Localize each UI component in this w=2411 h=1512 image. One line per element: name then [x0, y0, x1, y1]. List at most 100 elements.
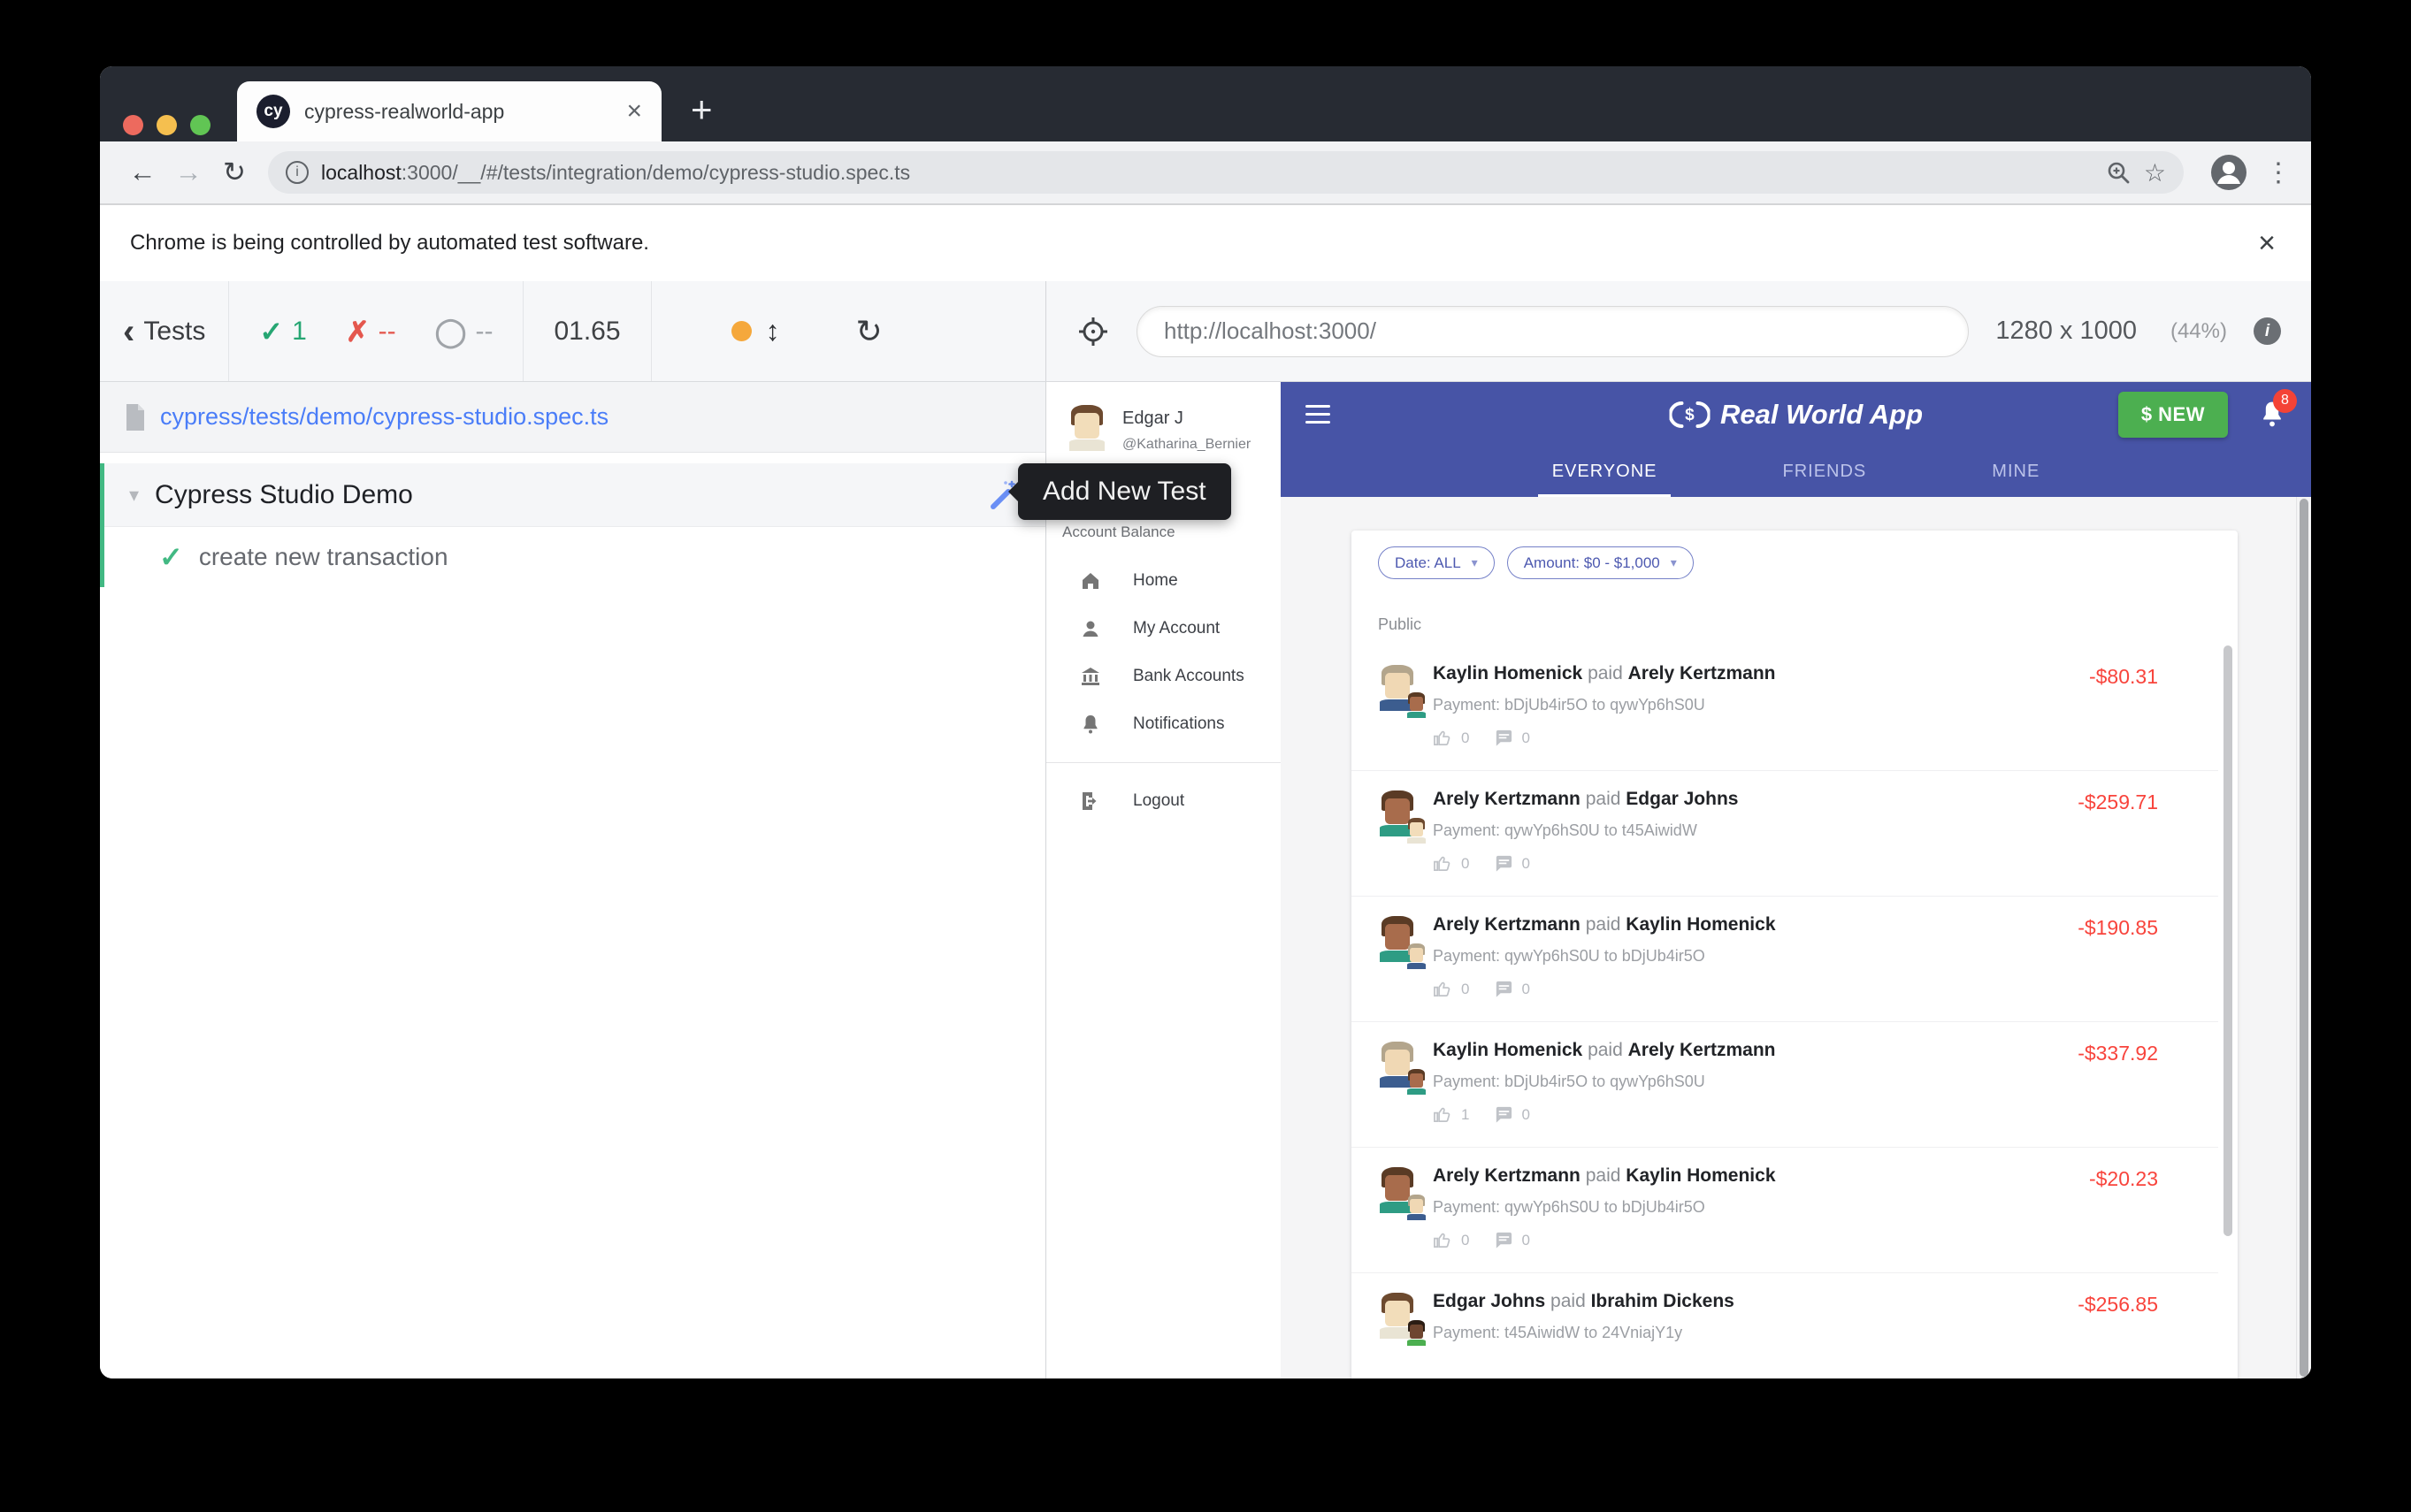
- payee-name[interactable]: Arely Kertzmann: [1628, 663, 1776, 683]
- transaction-row[interactable]: Arely Kertzmann paid Kaylin Homenick Pay…: [1351, 1148, 2218, 1273]
- browser-tab[interactable]: cy cypress-realworld-app ×: [237, 81, 662, 141]
- payer-name[interactable]: Edgar Johns: [1433, 1291, 1545, 1311]
- app-header-actions: $ NEW 8: [2118, 392, 2286, 438]
- close-window-button[interactable]: [123, 115, 143, 135]
- aut-url-input[interactable]: http://localhost:3000/: [1137, 306, 1969, 357]
- transaction-amount: -$259.71: [2078, 790, 2158, 814]
- transaction-avatar: [1376, 1042, 1419, 1088]
- payee-name[interactable]: Ibrahim Dickens: [1591, 1291, 1734, 1311]
- app-scrollbar[interactable]: [2296, 497, 2311, 1378]
- transaction-amount: -$190.85: [2078, 916, 2158, 940]
- like-icon[interactable]: [1433, 1230, 1453, 1250]
- user-avatar: [1066, 405, 1108, 451]
- payee-name[interactable]: Edgar Johns: [1626, 789, 1738, 809]
- user-name: Edgar J: [1122, 409, 1251, 429]
- transaction-row[interactable]: Edgar Johns paid Ibrahim Dickens Payment…: [1351, 1273, 2218, 1378]
- back-icon[interactable]: ←: [119, 157, 165, 188]
- spec-file-link[interactable]: cypress/tests/demo/cypress-studio.spec.t…: [160, 403, 608, 431]
- bank-icon: [1080, 666, 1101, 687]
- notifications-bell[interactable]: 8: [2258, 400, 2286, 430]
- stat-pending[interactable]: ◯ --: [435, 315, 494, 348]
- amount-filter-chip[interactable]: Amount: $0 - $1,000 ▾: [1507, 546, 1694, 579]
- payee-name[interactable]: Kaylin Homenick: [1626, 914, 1775, 935]
- transaction-action: paid: [1586, 1165, 1626, 1186]
- new-transaction-button[interactable]: $ NEW: [2118, 392, 2228, 438]
- transaction-amount: -$80.31: [2089, 665, 2158, 689]
- test-row[interactable]: ✓ create new transaction: [104, 527, 1045, 587]
- auto-scroll-indicator[interactable]: [731, 321, 752, 341]
- payee-name[interactable]: Kaylin Homenick: [1626, 1165, 1775, 1186]
- minimize-window-button[interactable]: [157, 115, 177, 135]
- sidebar-item-home[interactable]: Home: [1046, 557, 1281, 605]
- feed-tabs: EVERYONE FRIENDS MINE: [1281, 447, 2311, 497]
- new-tab-button[interactable]: +: [691, 91, 713, 128]
- app-sidebar: Edgar J @Katharina_Bernier Account Balan…: [1046, 382, 1281, 1378]
- comment-icon[interactable]: [1493, 728, 1513, 748]
- like-icon[interactable]: [1433, 728, 1453, 748]
- transaction-row[interactable]: Kaylin Homenick paid Arely Kertzmann Pay…: [1351, 645, 2218, 771]
- menu-hamburger-icon[interactable]: [1305, 405, 1330, 424]
- address-bar[interactable]: i localhost:3000/__/#/tests/integration/…: [268, 151, 2184, 194]
- comment-icon[interactable]: [1493, 853, 1513, 874]
- comment-icon[interactable]: [1493, 1104, 1513, 1125]
- transaction-action: paid: [1586, 789, 1626, 809]
- payer-name[interactable]: Kaylin Homenick: [1433, 663, 1582, 683]
- zoom-page-icon[interactable]: [2105, 159, 2132, 186]
- comment-icon[interactable]: [1493, 1230, 1513, 1250]
- sidebar-item-logout[interactable]: Logout: [1046, 777, 1281, 825]
- sidebar-item-notifications[interactable]: Notifications: [1046, 700, 1281, 748]
- forward-icon[interactable]: →: [165, 157, 211, 188]
- account-balance-label: Account Balance: [1062, 523, 1175, 541]
- rerun-tests-icon[interactable]: ↻: [856, 313, 883, 350]
- payer-name[interactable]: Arely Kertzmann: [1433, 914, 1581, 935]
- public-list-label: Public: [1378, 615, 1421, 634]
- file-icon: [125, 404, 146, 431]
- transaction-row[interactable]: Arely Kertzmann paid Kaylin Homenick Pay…: [1351, 897, 2218, 1022]
- tab-everyone[interactable]: EVERYONE: [1538, 447, 1672, 497]
- screenshot-canvas: cy cypress-realworld-app × + ← → ↻ i loc…: [0, 0, 2411, 1512]
- svg-text:$: $: [1685, 406, 1695, 424]
- comment-icon[interactable]: [1493, 979, 1513, 999]
- tab-friends[interactable]: FRIENDS: [1768, 447, 1880, 497]
- banner-close-icon[interactable]: ×: [2258, 226, 2281, 261]
- suite-header[interactable]: ▾ Cypress Studio Demo: [104, 463, 1045, 527]
- tab-mine[interactable]: MINE: [1978, 447, 2054, 497]
- back-to-tests-button[interactable]: ‹ Tests: [100, 281, 229, 381]
- viewport-info-icon[interactable]: i: [2254, 317, 2281, 345]
- site-info-icon[interactable]: i: [286, 161, 309, 184]
- browser-menu-icon[interactable]: ⋮: [2265, 157, 2292, 188]
- tab-close-icon[interactable]: ×: [626, 98, 642, 125]
- stat-failed[interactable]: ✗ --: [346, 315, 396, 348]
- sidebar-item-my-account[interactable]: My Account: [1046, 605, 1281, 653]
- transaction-action: paid: [1550, 1291, 1591, 1311]
- runner-header-left: ‹ Tests ✓ 1 ✗ -- ◯ --: [100, 281, 1046, 381]
- reload-icon[interactable]: ↻: [211, 157, 257, 188]
- zoom-window-button[interactable]: [190, 115, 210, 135]
- selector-playground-icon[interactable]: [1076, 315, 1110, 348]
- profile-avatar-icon[interactable]: [2210, 154, 2247, 191]
- payee-name[interactable]: Arely Kertzmann: [1628, 1040, 1776, 1060]
- like-icon[interactable]: [1433, 979, 1453, 999]
- app-scrollbar-thumb[interactable]: [2300, 499, 2308, 1377]
- scroll-arrows-icon[interactable]: ↕: [766, 315, 780, 347]
- collapse-caret-icon[interactable]: ▾: [129, 484, 139, 507]
- like-count: 0: [1461, 1232, 1469, 1249]
- bookmark-star-icon[interactable]: ☆: [2144, 158, 2166, 187]
- like-icon[interactable]: [1433, 1104, 1453, 1125]
- transaction-row[interactable]: Kaylin Homenick paid Arely Kertzmann Pay…: [1351, 1022, 2218, 1148]
- date-filter-chip[interactable]: Date: ALL ▾: [1378, 546, 1495, 579]
- app-logo[interactable]: $ Real World App: [1669, 399, 1923, 431]
- comment-count: 0: [1521, 855, 1529, 873]
- payer-name[interactable]: Arely Kertzmann: [1433, 1165, 1581, 1186]
- sidebar-item-bank-accounts[interactable]: Bank Accounts: [1046, 653, 1281, 700]
- list-scrollbar-thumb[interactable]: [2223, 645, 2232, 1236]
- viewport-zoom: (44%): [2170, 319, 2227, 344]
- transaction-avatar: [1376, 665, 1419, 711]
- tab-title: cypress-realworld-app: [304, 100, 612, 124]
- payer-name[interactable]: Kaylin Homenick: [1433, 1040, 1582, 1060]
- like-icon[interactable]: [1433, 853, 1453, 874]
- payer-name[interactable]: Arely Kertzmann: [1433, 789, 1581, 809]
- sidebar-nav: Home My Account Bank Accounts Notif: [1046, 557, 1281, 825]
- stat-passed[interactable]: ✓ 1: [259, 315, 307, 348]
- transaction-row[interactable]: Arely Kertzmann paid Edgar Johns Payment…: [1351, 771, 2218, 897]
